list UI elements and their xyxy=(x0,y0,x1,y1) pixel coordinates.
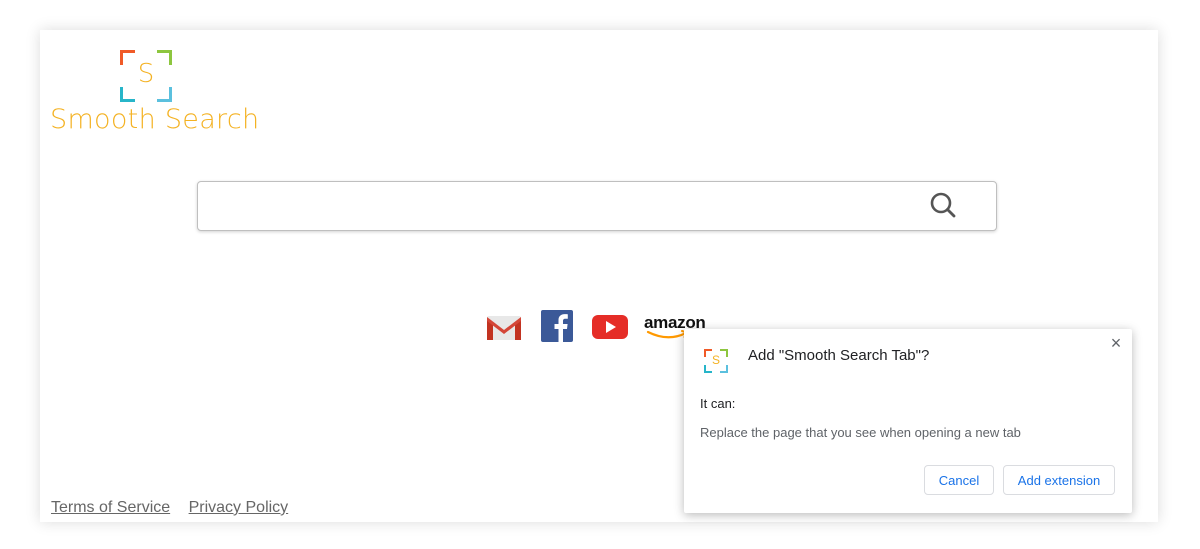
cancel-button[interactable]: Cancel xyxy=(924,465,994,495)
logo-mark-letter: S xyxy=(137,59,155,89)
footer-links: Terms of Service Privacy Policy xyxy=(51,499,302,517)
privacy-policy-link[interactable]: Privacy Policy xyxy=(189,499,289,516)
youtube-icon xyxy=(592,315,628,339)
logo-text: Smooth Search xyxy=(50,104,260,135)
search-box[interactable] xyxy=(197,181,997,231)
add-extension-button[interactable]: Add extension xyxy=(1003,465,1115,495)
search-icon[interactable] xyxy=(929,191,957,219)
logo-mark-icon: S xyxy=(120,50,172,102)
permission-text: Replace the page that you see when openi… xyxy=(700,425,1021,440)
extension-icon-letter: S xyxy=(711,353,720,367)
search-input[interactable] xyxy=(208,190,912,222)
close-icon[interactable]: × xyxy=(1108,334,1124,352)
terms-of-service-link[interactable]: Terms of Service xyxy=(51,499,170,516)
youtube-link[interactable] xyxy=(591,309,629,343)
add-extension-dialog: S Add "Smooth Search Tab"? × It can: Rep… xyxy=(684,329,1132,513)
facebook-icon xyxy=(541,310,573,342)
facebook-link[interactable] xyxy=(541,309,575,343)
extension-icon: S xyxy=(704,349,728,373)
dialog-title: Add "Smooth Search Tab"? xyxy=(748,347,930,364)
dialog-subhead: It can: xyxy=(700,396,736,411)
gmail-icon xyxy=(487,316,521,340)
smooth-search-logo: S Smooth Search xyxy=(50,48,259,138)
gmail-link[interactable] xyxy=(486,309,522,343)
